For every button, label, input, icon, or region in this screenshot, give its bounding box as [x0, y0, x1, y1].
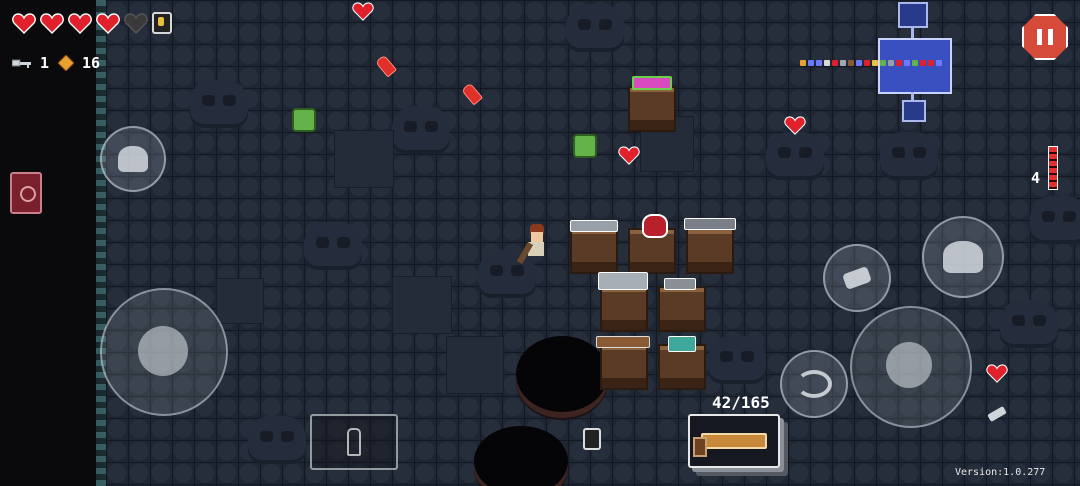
item-pedestal[interactable] [570, 228, 618, 274]
skull-floor-tile [304, 222, 362, 270]
armor-pickup[interactable] [583, 428, 601, 450]
skull-floor-tile [708, 336, 766, 384]
minimap-item-marker [888, 60, 894, 66]
bullet-icon [347, 428, 361, 456]
version-label: Version:1.0.277 [955, 467, 1046, 478]
minimap-item-marker [896, 60, 902, 66]
skull-floor-tile [766, 132, 824, 180]
minimap-room [898, 2, 928, 28]
gun-item-icon[interactable] [570, 220, 618, 232]
helmet-item-icon[interactable] [642, 214, 668, 238]
green-crystal-pickup[interactable] [573, 134, 597, 158]
gun-item-icon[interactable] [668, 336, 696, 352]
minimap-item-marker [832, 60, 838, 66]
heart-full-icon [68, 12, 92, 34]
skull-floor-tile [190, 80, 248, 128]
floor-slab [216, 278, 264, 324]
secondary-item-slot[interactable] [310, 414, 398, 470]
armor-icon [152, 12, 172, 34]
move-joystick-knob[interactable] [138, 326, 188, 376]
gun-item-icon[interactable] [598, 272, 648, 290]
minimap-item-strip [800, 60, 942, 66]
minimap-room [902, 100, 926, 122]
shell-currency-counter: 16 [58, 54, 100, 72]
skull-floor-tile [880, 132, 938, 180]
minimap-item-marker [920, 60, 926, 66]
minimap-item-marker [872, 60, 878, 66]
floor-slab [392, 276, 452, 334]
minimap-item-marker [800, 60, 806, 66]
dungeon-wall [96, 0, 106, 486]
heart-full-icon [96, 12, 120, 34]
floor-slab [446, 336, 504, 394]
equipped-gun-card[interactable] [688, 414, 780, 468]
item-pedestal[interactable] [628, 86, 676, 132]
heart-pickup[interactable] [352, 2, 374, 21]
out-of-bounds-area [0, 0, 100, 486]
minimap-item-marker [880, 60, 886, 66]
skull-floor-tile [1000, 300, 1058, 348]
minimap-corridor [911, 92, 914, 100]
blank-icon [842, 266, 872, 290]
skull-floor-tile [566, 4, 624, 52]
skull-floor-tile [392, 106, 450, 154]
shell-count: 16 [82, 54, 101, 72]
player-character [516, 224, 550, 265]
gun-icon [693, 433, 767, 457]
minimap-item-marker [824, 60, 830, 66]
heart-pickup[interactable] [784, 116, 806, 135]
health-bar [12, 12, 172, 34]
minimap-item-marker [936, 60, 942, 66]
minimap-item-marker [816, 60, 822, 66]
skull-floor-tile [1030, 196, 1080, 244]
minimap-corridor [911, 26, 914, 38]
gun-item-icon[interactable] [684, 218, 736, 230]
pause-button[interactable] [1022, 14, 1068, 60]
minimap-item-marker [864, 60, 870, 66]
floor-slab [334, 130, 394, 188]
heart-pickup[interactable] [618, 146, 640, 165]
gun-item-icon[interactable] [596, 336, 650, 348]
dodge-roll-icon [942, 241, 984, 273]
minimap-item-marker [912, 60, 918, 66]
floor-pit [474, 426, 568, 486]
green-crystal-pickup[interactable] [292, 108, 316, 132]
minimap-item-marker [856, 60, 862, 66]
item-pedestal[interactable] [686, 228, 734, 274]
item-pedestal[interactable] [600, 344, 648, 390]
gun-item-icon[interactable] [664, 278, 696, 290]
clip-count: 4 [1031, 169, 1041, 187]
swap-weapon-icon [796, 370, 832, 398]
minimap-item-marker [840, 60, 846, 66]
minimap-current-room [878, 38, 952, 94]
minimap-item-marker [848, 60, 854, 66]
shell-currency-icon [58, 55, 74, 71]
ammo-clip-indicator [1048, 146, 1058, 190]
heart-full-icon [12, 12, 36, 34]
ammo-counter: 42/165 [712, 393, 770, 412]
blank-button[interactable] [823, 244, 891, 312]
game-viewport: 1 16 4 42/165 Version:1.0.277 [0, 0, 1080, 486]
aim-joystick-knob[interactable] [886, 342, 932, 388]
key-icon [12, 59, 31, 68]
key-counter: 1 [12, 54, 49, 72]
heart-full-icon [40, 12, 64, 34]
heart-pickup[interactable] [986, 364, 1008, 383]
gun-item-icon[interactable] [632, 76, 672, 90]
ghost-icon [118, 145, 148, 173]
minimap-item-marker [928, 60, 934, 66]
floor-pit [516, 336, 608, 412]
item-pedestal[interactable] [600, 286, 648, 332]
blank-ghost-button[interactable] [100, 126, 166, 192]
key-count: 1 [40, 54, 50, 72]
minimap-item-marker [808, 60, 814, 66]
minimap-item-marker [904, 60, 910, 66]
heart-empty-icon [124, 12, 148, 34]
item-pedestal[interactable] [658, 286, 706, 332]
swap-weapon-button[interactable] [780, 350, 848, 418]
skull-floor-tile [248, 416, 306, 464]
dodge-roll-button[interactable] [922, 216, 1004, 298]
active-item-icon[interactable] [10, 172, 42, 214]
